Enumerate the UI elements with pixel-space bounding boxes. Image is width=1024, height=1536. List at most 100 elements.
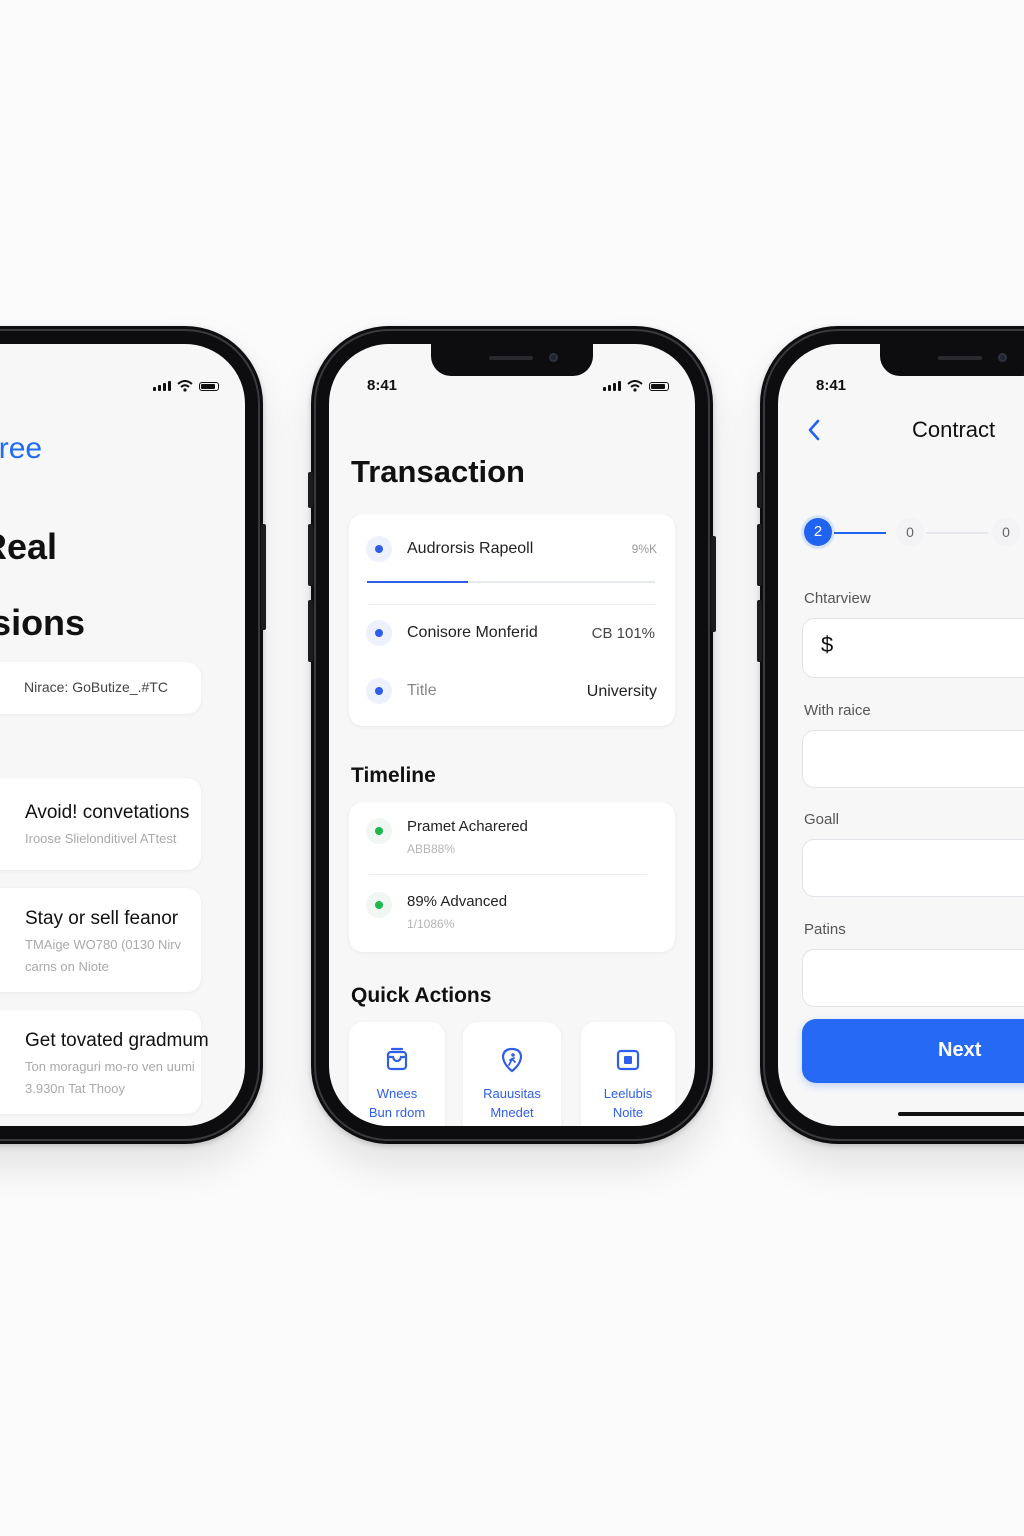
transaction-card: Audrorsis Rapeoll 9%K Conisore Monferid … (349, 514, 675, 726)
section-title: Quick Actions (351, 984, 492, 1007)
status-dot-icon (366, 678, 392, 704)
headline-line: tce (0, 566, 85, 604)
quick-action-label-line: Wnees (376, 1086, 418, 1101)
text-field[interactable] (802, 949, 1024, 1007)
quick-action-label: Rauusitas Mnedet (463, 1084, 561, 1122)
phone-left: agent Free e on Real tce mmissions Nirac… (0, 326, 266, 1144)
status-time: 8:41 (367, 377, 398, 394)
list-item-subtitle: carns on Niote (25, 959, 109, 974)
transaction-row-label: Audrorsis Rapeoll (407, 540, 534, 557)
power-button (711, 536, 716, 632)
phone-middle: 8:41 Transaction Audrorsis Rapeoll 9%K C… (308, 326, 716, 1144)
headline-line: mmissions (0, 602, 86, 643)
phone-middle-screen: 8:41 Transaction Audrorsis Rapeoll 9%K C… (329, 344, 695, 1126)
volume-down-button (757, 600, 762, 662)
battery-icon (199, 381, 219, 391)
page-title: Contract (912, 417, 996, 442)
field-label: Chtarview (804, 590, 871, 607)
list-item-title: Get tovated gradmum (25, 1030, 209, 1051)
search-field[interactable]: Nirace: GoButize_.#TC (0, 662, 201, 714)
currency-prefix: $ (821, 632, 834, 657)
timeline-item-subtitle: 1/1086% (407, 917, 455, 931)
power-button (261, 524, 266, 630)
transaction-progress (367, 581, 655, 583)
field-label: Patins (804, 921, 846, 938)
timeline-item-title: 89% Advanced (407, 893, 508, 910)
quick-action-label-line: Rauusitas (483, 1086, 541, 1101)
volume-up-button (757, 524, 762, 586)
timeline-item-subtitle: ABB88% (407, 842, 456, 856)
volume-down-button (308, 600, 313, 662)
text-field[interactable] (802, 730, 1024, 788)
quick-action-label: Wnees Bun rdom (349, 1084, 445, 1122)
list-item-subtitle: Iroose Slielonditivel ATtest (25, 831, 177, 846)
quick-action-label-line: Mnedet (490, 1105, 534, 1120)
list-item[interactable]: Stay or sell feanor TMAige WO780 (0130 N… (0, 888, 201, 992)
transaction-row-value: CB 101% (591, 625, 655, 642)
badge-runner-icon (501, 1047, 523, 1073)
timeline-card: Pramet Acharered ABB88% 89% Advanced 1/1… (349, 802, 675, 952)
back-chevron-icon[interactable] (804, 416, 824, 444)
list-item-title: Avoid! convetations (25, 802, 190, 823)
phone-left-screen: agent Free e on Real tce mmissions Nirac… (0, 344, 245, 1126)
step-indicator-active[interactable]: 2 (804, 518, 832, 546)
text-field[interactable] (802, 839, 1024, 897)
step-indicator[interactable]: 0 (896, 518, 924, 546)
headline: e on Real tce mmissions (0, 528, 85, 642)
list-item-subtitle: TMAige WO780 (0130 Nirv (25, 937, 182, 952)
notch (431, 344, 593, 376)
phone-right-screen: 8:41 Contract 2 0 0 Chtarview $ With rai… (778, 344, 1024, 1126)
phone-right: 8:41 Contract 2 0 0 Chtarview $ With rai… (757, 326, 1024, 1144)
search-field-text: Nirace: GoButize_.#TC (24, 679, 168, 695)
mockup-stage: agent Free e on Real tce mmissions Nirac… (0, 0, 1024, 1536)
quick-action-button[interactable]: Leelubis Noite (581, 1022, 675, 1126)
home-indicator (898, 1112, 1024, 1116)
quick-action-button[interactable]: Rauusitas Mnedet (463, 1022, 561, 1126)
square-document-icon (616, 1049, 640, 1071)
quick-action-label-line: Noite (612, 1105, 644, 1120)
status-icons (603, 380, 669, 392)
wifi-icon (627, 380, 643, 392)
status-dot-icon (366, 536, 392, 562)
page-title: agent Free (0, 432, 43, 465)
notch (880, 344, 1024, 376)
transaction-progress-fill (367, 581, 468, 583)
quick-action-button[interactable]: Wnees Bun rdom (349, 1022, 445, 1126)
field-label: Goall (804, 811, 840, 828)
status-time: 8:41 (816, 377, 847, 394)
status-dot-icon (366, 620, 392, 646)
volume-up-button (308, 524, 313, 586)
list-item-subtitle: 3.930n Tat Thooy (25, 1081, 125, 1096)
transaction-row-label: Conisore Monferid (407, 624, 538, 641)
quick-action-label: Leelubis Noite (581, 1084, 675, 1122)
list-item-title: Stay or sell feanor (25, 908, 179, 929)
list-item-subtitle: Ton moraguri mo-ro ven uumi (25, 1059, 195, 1074)
timeline-item-title: Pramet Acharered (407, 818, 528, 835)
divider (369, 874, 647, 875)
list-item[interactable]: Avoid! convetations Iroose Slielonditive… (0, 778, 201, 870)
section-title: Timeline (351, 764, 436, 787)
next-button-label: Next (938, 1039, 982, 1061)
transaction-row-label: Title (407, 682, 437, 699)
divider (369, 604, 655, 605)
status-dot-icon (366, 818, 392, 844)
mute-switch (308, 472, 313, 508)
step-indicator[interactable]: 0 (992, 518, 1020, 546)
headline-line: e on Real (0, 526, 58, 567)
list-item[interactable]: Get tovated gradmum Ton moraguri mo-ro v… (0, 1010, 209, 1114)
battery-icon (649, 381, 669, 391)
step-connector (834, 532, 886, 534)
transaction-row-value: 9%K (631, 542, 657, 556)
transaction-row-value: University (586, 683, 657, 700)
quick-action-label-line: Bun rdom (368, 1105, 426, 1120)
signal-icon (603, 381, 621, 391)
status-icons (153, 380, 219, 392)
mute-switch (757, 472, 762, 508)
inbox-icon (386, 1047, 408, 1071)
page-title: Transaction (351, 454, 525, 489)
next-button[interactable]: Next (802, 1019, 1024, 1083)
quick-action-label-line: Leelubis (603, 1086, 653, 1101)
signal-icon (153, 381, 171, 391)
status-dot-icon (366, 892, 392, 918)
amount-field[interactable]: $ (802, 618, 1024, 678)
